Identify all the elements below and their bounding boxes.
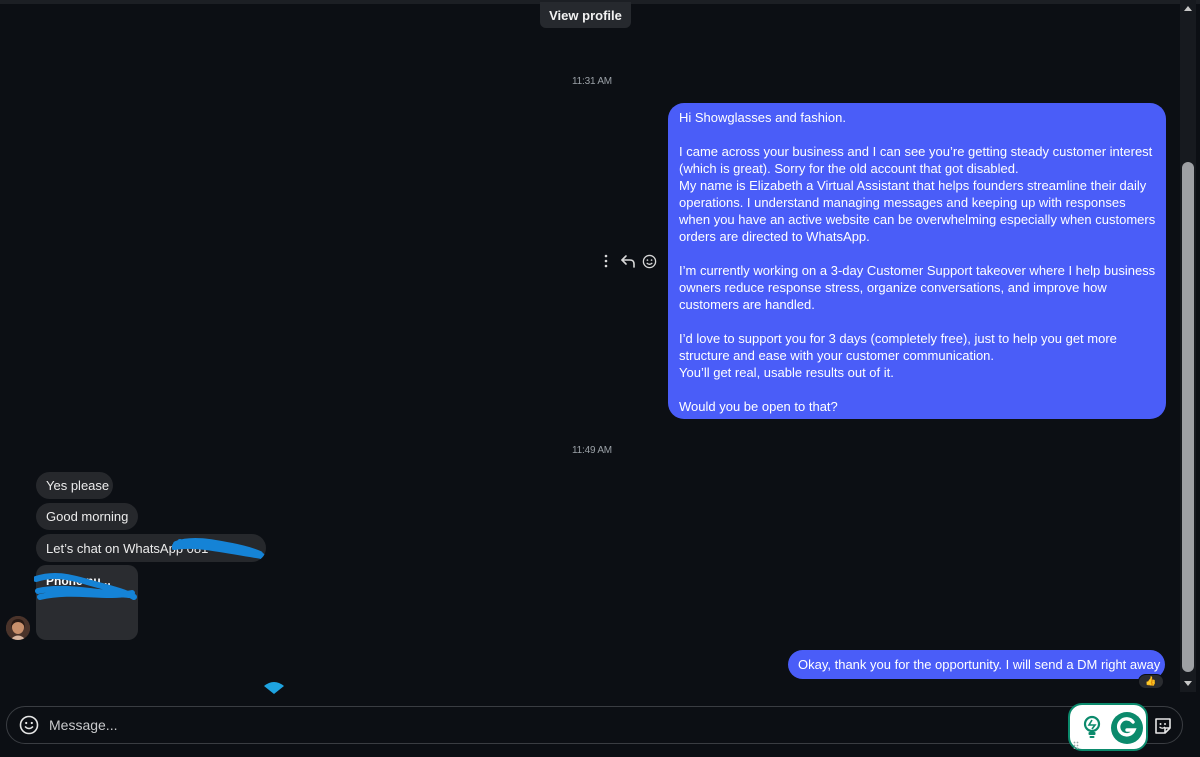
sticker-icon[interactable]: [1152, 715, 1174, 737]
thumbs-up-icon: 👍: [1145, 676, 1157, 686]
incoming-message-bubble[interactable]: Good morning: [36, 503, 138, 530]
view-profile-button[interactable]: View profile: [540, 2, 631, 28]
timestamp-2: 11:49 AM: [572, 445, 612, 456]
reaction-badge[interactable]: 👍: [1138, 674, 1164, 689]
message-paragraph: I came across your business and I can se…: [679, 144, 1156, 244]
message-text: Yes please: [46, 478, 110, 493]
message-actions: [604, 252, 660, 270]
redaction-scribble: [34, 572, 137, 600]
drag-handle-icon[interactable]: [1073, 741, 1079, 749]
grammarly-widget[interactable]: [1068, 703, 1148, 751]
reply-icon[interactable]: [620, 254, 636, 268]
wifi-marker-icon: [264, 682, 284, 694]
avatar[interactable]: [6, 616, 30, 640]
redaction-scribble: [172, 537, 266, 561]
more-vertical-icon[interactable]: [604, 254, 608, 268]
message-composer: [6, 706, 1183, 744]
emoji-icon[interactable]: [19, 715, 39, 735]
message-input[interactable]: [49, 715, 649, 735]
message-text: Good morning: [46, 509, 129, 524]
scrollbar-thumb[interactable]: [1182, 162, 1194, 672]
message-paragraph: I’d love to support you for 3 days (comp…: [679, 331, 1117, 380]
message-paragraph: I’m currently working on a 3-day Custome…: [679, 263, 1159, 312]
scrollbar[interactable]: [1180, 0, 1196, 692]
message-paragraph: Would you be open to that?: [679, 399, 838, 414]
message-paragraph: Hi Showglasses and fashion.: [679, 110, 846, 125]
grammarly-icon[interactable]: [1110, 711, 1144, 745]
outgoing-message-bubble[interactable]: Hi Showglasses and fashion. I came acros…: [668, 103, 1166, 419]
incoming-message-bubble[interactable]: Let’s chat on WhatsApp 081: [36, 534, 266, 562]
incoming-message-bubble[interactable]: Yes please: [36, 472, 113, 499]
chat-window: View profile 11:31 AM Hi Showglasses and…: [0, 0, 1200, 757]
lightbulb-icon[interactable]: [1082, 715, 1102, 741]
emoji-icon[interactable]: [642, 254, 657, 269]
outgoing-message-bubble[interactable]: Okay, thank you for the opportunity. I w…: [788, 650, 1165, 679]
message-text: Okay, thank you for the opportunity. I w…: [798, 657, 1161, 672]
timestamp-1: 11:31 AM: [572, 76, 612, 87]
contact-card[interactable]: Phone nu...: [34, 565, 138, 640]
scroll-down-icon[interactable]: [1183, 678, 1193, 688]
scroll-up-icon[interactable]: [1183, 4, 1193, 14]
